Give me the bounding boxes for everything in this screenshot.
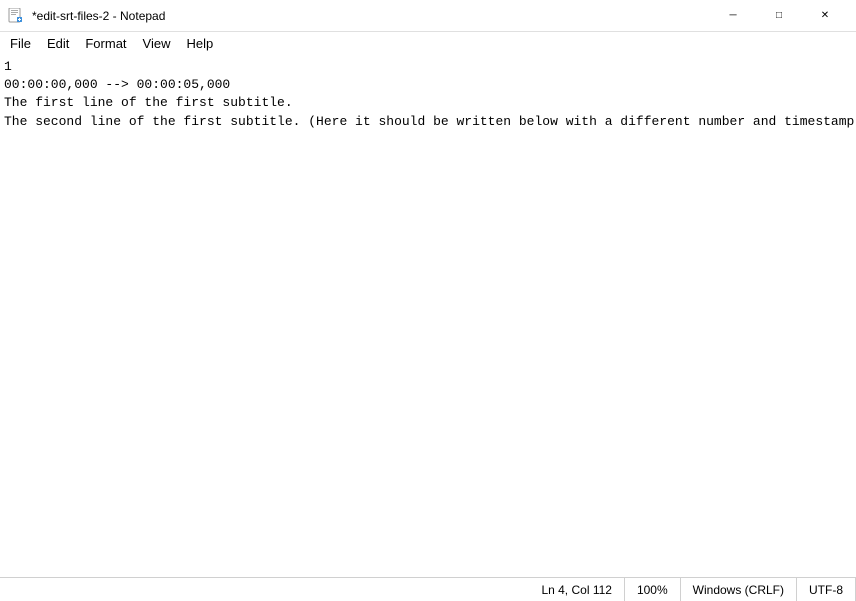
menu-format[interactable]: Format: [77, 34, 134, 53]
line-ending: Windows (CRLF): [681, 578, 797, 601]
menu-edit[interactable]: Edit: [39, 34, 77, 53]
menu-view[interactable]: View: [135, 34, 179, 53]
title-bar: *edit-srt-files-2 - Notepad ─ □ ✕: [0, 0, 856, 32]
text-editor[interactable]: [0, 54, 856, 577]
menu-bar: File Edit Format View Help: [0, 32, 856, 54]
close-button[interactable]: ✕: [802, 0, 848, 32]
window-title: *edit-srt-files-2 - Notepad: [32, 9, 710, 23]
minimize-button[interactable]: ─: [710, 0, 756, 32]
menu-file[interactable]: File: [2, 34, 39, 53]
maximize-button[interactable]: □: [756, 0, 802, 32]
encoding: UTF-8: [797, 578, 856, 601]
editor-container: [0, 54, 856, 577]
zoom-level: 100%: [625, 578, 681, 601]
cursor-position: Ln 4, Col 112: [529, 578, 625, 601]
window-controls[interactable]: ─ □ ✕: [710, 0, 848, 32]
menu-help[interactable]: Help: [178, 34, 221, 53]
app-icon: [8, 8, 24, 24]
status-bar: Ln 4, Col 112 100% Windows (CRLF) UTF-8: [0, 577, 856, 601]
